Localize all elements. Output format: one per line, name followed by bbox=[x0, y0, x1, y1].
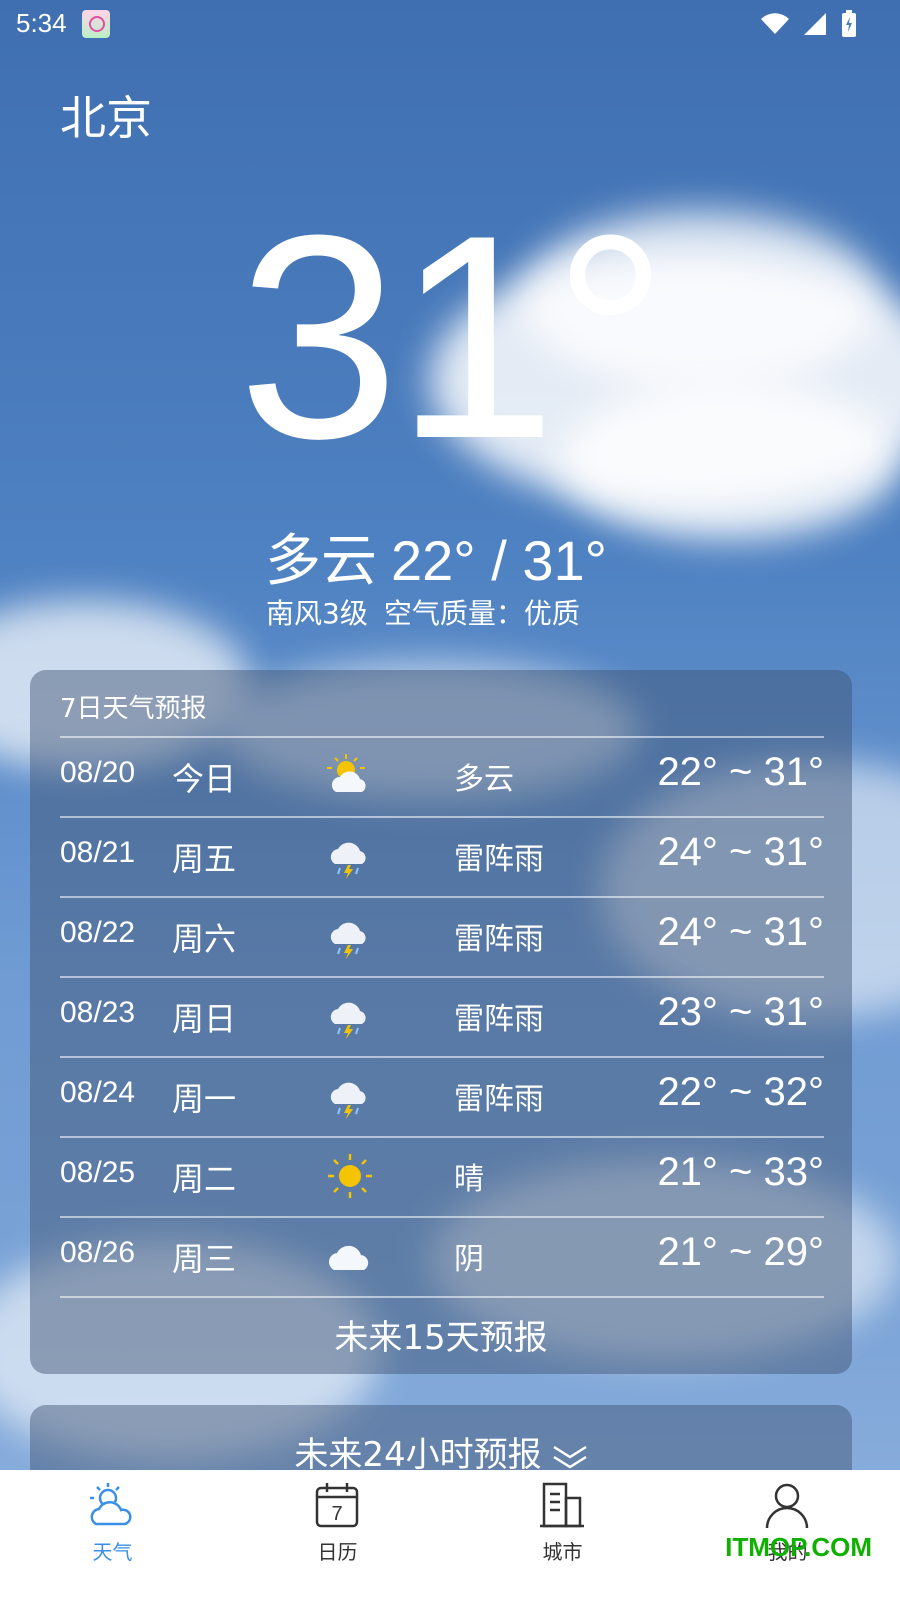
forecast-date: 08/26 bbox=[60, 1236, 136, 1269]
forecast-condition: 雷阵雨 bbox=[454, 842, 544, 877]
forecast-condition: 晴 bbox=[454, 1162, 484, 1197]
signal-icon bbox=[804, 13, 826, 35]
double-chevron-down-icon bbox=[552, 1445, 587, 1468]
wind-info: 南风3级 bbox=[266, 597, 368, 630]
partly-cloudy-icon bbox=[327, 754, 366, 792]
forecast-date: 08/22 bbox=[60, 916, 136, 949]
forecast-day: 周日 bbox=[172, 1000, 237, 1038]
nav-label: 天气 bbox=[92, 1540, 133, 1564]
city-name[interactable]: 北京 bbox=[60, 82, 152, 148]
forecast-title: 7日天气预报 bbox=[60, 694, 207, 724]
thunderstorm-icon bbox=[330, 842, 366, 879]
thunderstorm-icon bbox=[330, 1002, 366, 1039]
nav-label: 城市 bbox=[542, 1540, 583, 1564]
forecast-condition: 雷阵雨 bbox=[454, 1002, 544, 1037]
forecast-range: 24° ~ 31° bbox=[657, 830, 824, 874]
forecast-row[interactable]: 08/26 周三 阴 21° ~ 29° bbox=[60, 1216, 824, 1298]
forecast-day: 周二 bbox=[172, 1160, 237, 1198]
forecast-date: 08/25 bbox=[60, 1156, 136, 1189]
air-quality: 空气质量：优质 bbox=[383, 597, 580, 630]
forecast-row[interactable]: 08/22 周六 雷阵雨 24° ~ 31° bbox=[60, 896, 824, 976]
site-watermark: ITMOP.COM bbox=[725, 1532, 872, 1562]
forecast-day: 周六 bbox=[172, 920, 237, 958]
current-details: 南风3级 空气质量：优质 bbox=[266, 592, 596, 632]
forecast-range: 23° ~ 31° bbox=[657, 990, 824, 1034]
current-condition: 多云 bbox=[265, 529, 377, 592]
forecast-range: 22° ~ 32° bbox=[657, 1070, 824, 1114]
forecast-condition: 雷阵雨 bbox=[454, 922, 544, 957]
forecast-row[interactable]: 08/21 周五 雷阵雨 24° ~ 31° bbox=[60, 816, 824, 896]
forecast-condition: 雷阵雨 bbox=[454, 1082, 544, 1117]
seven-day-forecast-card: 7日天气预报 08/20 今日 多云 22° ~ 31° 08/21 周五 雷阵… bbox=[30, 670, 852, 1374]
nav-tab-calendar[interactable]: 7 日历 bbox=[225, 1470, 450, 1600]
forecast-range: 22° ~ 31° bbox=[657, 750, 824, 794]
nav-label: 日历 bbox=[317, 1540, 358, 1564]
overcast-icon bbox=[329, 1245, 369, 1270]
calendar-icon: 7 bbox=[315, 1483, 359, 1528]
app-notification-icon bbox=[82, 10, 110, 38]
forecast-condition: 多云 bbox=[454, 762, 514, 797]
forecast-day: 周一 bbox=[172, 1080, 237, 1118]
forecast-row[interactable]: 08/23 周日 雷阵雨 23° ~ 31° bbox=[60, 976, 824, 1056]
forecast-date: 08/20 bbox=[60, 756, 136, 789]
forecast-day: 周五 bbox=[172, 840, 237, 878]
forecast-condition: 阴 bbox=[454, 1242, 484, 1277]
hourly-forecast-label: 未来24小时预报 bbox=[294, 1435, 542, 1475]
current-range: 22° / 31° bbox=[391, 529, 608, 592]
thunderstorm-icon bbox=[330, 1082, 366, 1119]
battery-icon bbox=[842, 10, 856, 37]
forecast-row[interactable]: 08/20 今日 多云 22° ~ 31° bbox=[60, 736, 824, 816]
forecast-range: 24° ~ 31° bbox=[657, 910, 824, 954]
forecast-range: 21° ~ 29° bbox=[657, 1230, 824, 1274]
status-bar: 5:34 bbox=[0, 0, 900, 48]
nav-tab-weather[interactable]: 天气 bbox=[0, 1470, 225, 1600]
city-icon bbox=[540, 1482, 584, 1528]
calendar-day-number: 7 bbox=[331, 1503, 342, 1525]
fifteen-day-forecast-button[interactable]: 未来15天预报 bbox=[30, 1310, 852, 1359]
person-icon bbox=[765, 1483, 809, 1529]
nav-tab-city[interactable]: 城市 bbox=[450, 1470, 675, 1600]
sunny-icon bbox=[328, 1154, 372, 1198]
status-time: 5:34 bbox=[16, 8, 67, 38]
forecast-day: 今日 bbox=[172, 760, 237, 798]
hourly-forecast-toggle[interactable]: 未来24小时预报 bbox=[30, 1427, 852, 1476]
forecast-row[interactable]: 08/25 周二 晴 21° ~ 33° bbox=[60, 1136, 824, 1216]
wifi-icon bbox=[761, 13, 789, 35]
forecast-date: 08/23 bbox=[60, 996, 136, 1029]
thunderstorm-icon bbox=[330, 922, 366, 959]
weather-icon bbox=[90, 1483, 132, 1526]
forecast-range: 21° ~ 33° bbox=[657, 1150, 824, 1194]
forecast-date: 08/21 bbox=[60, 836, 136, 869]
current-summary: 多云 22° / 31° bbox=[265, 516, 621, 597]
current-temperature: 31° bbox=[238, 175, 669, 499]
forecast-date: 08/24 bbox=[60, 1076, 136, 1109]
forecast-day: 周三 bbox=[172, 1240, 237, 1278]
forecast-row[interactable]: 08/24 周一 雷阵雨 22° ~ 32° bbox=[60, 1056, 824, 1136]
